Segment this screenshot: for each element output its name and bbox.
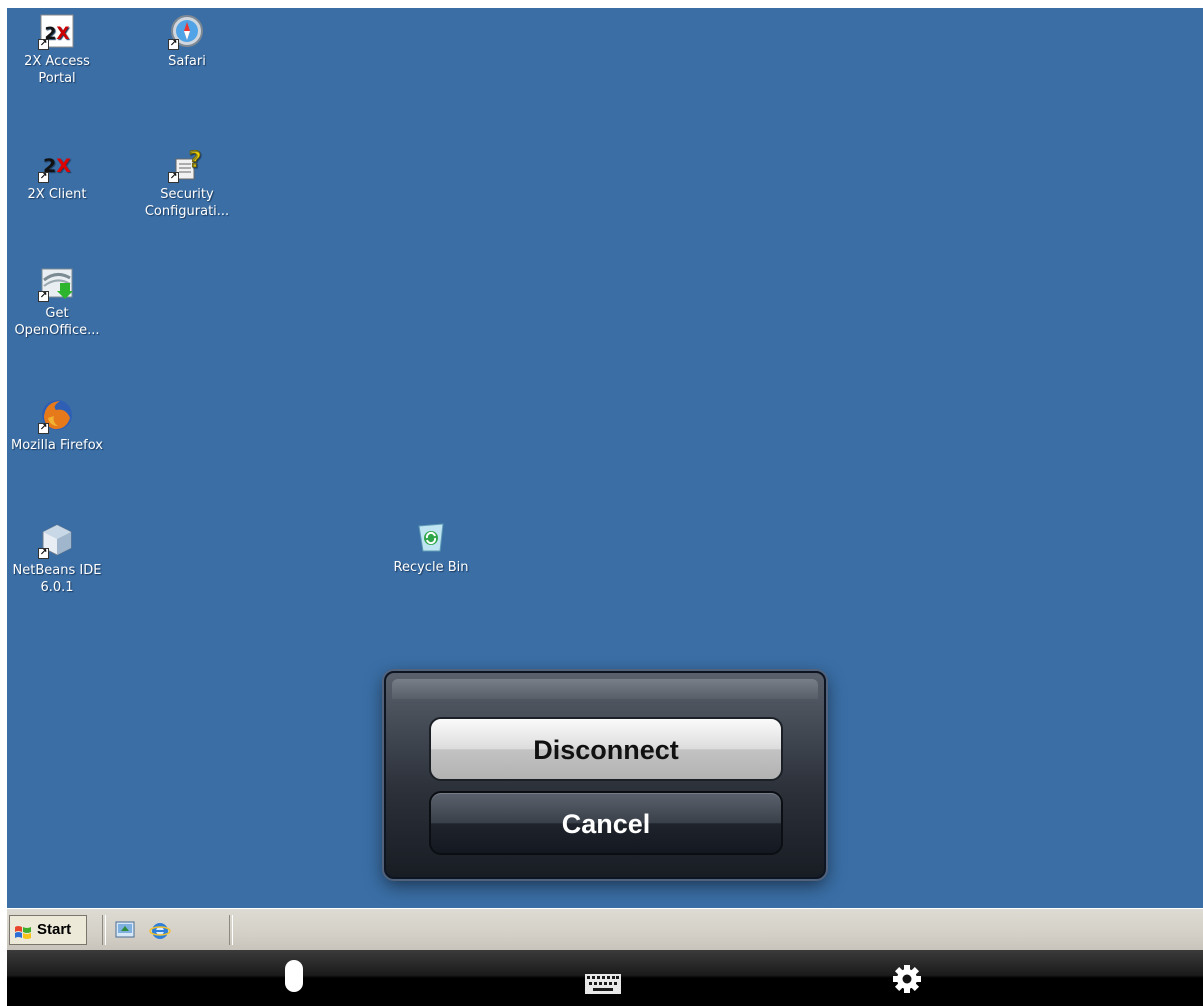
desktop-icon-recycle-bin[interactable]: Recycle Bin [381,520,481,576]
openoffice-icon: ↗ [38,266,74,302]
desktop-icon-safari[interactable]: ↗ Safari [137,14,237,70]
desktop-icon-label: Mozilla Firefox [11,438,103,453]
desktop-icon-label: 2X Client [27,187,87,202]
security-configuration-icon: ? ↗ [168,148,202,183]
desktop-icon-label: Get OpenOffice... [14,306,100,338]
internet-explorer-icon[interactable] [149,919,171,941]
mouse-icon[interactable] [283,958,305,998]
desktop-icon-label: NetBeans IDE 6.0.1 [12,563,102,595]
taskbar-separator [229,915,233,945]
keyboard-icon[interactable] [585,974,621,998]
desktop-icon-2x-client[interactable]: 2X ↗ 2X Client [7,147,107,203]
dialog-highlight [392,679,818,699]
desktop-icon-netbeans-ide[interactable]: ↗ NetBeans IDE 6.0.1 [7,523,107,596]
desktop-icon-label: Security Configurati... [144,187,230,219]
taskbar-separator [102,915,106,945]
disconnect-button[interactable]: Disconnect [429,717,783,781]
show-desktop-icon[interactable] [114,919,136,941]
2x-client-icon: 2X ↗ [38,155,71,183]
bottom-toolbar [7,950,1203,1006]
taskbar: Start [7,908,1203,950]
desktop-icon-mozilla-firefox[interactable]: ↗ Mozilla Firefox [7,398,107,454]
2x-access-portal-icon: 2X ↗ [38,14,74,50]
desktop-icon-2x-access-portal[interactable]: 2X ↗ 2X Access Portal [7,14,107,87]
disconnect-dialog: Disconnect Cancel [384,671,826,879]
desktop-icon-get-openoffice[interactable]: ↗ Get OpenOffice... [7,266,107,339]
start-label: Start [37,921,72,938]
gear-icon[interactable] [892,964,922,998]
desktop-icon-security-configuration[interactable]: ? ↗ Security Configurati... [137,147,237,220]
netbeans-icon: ↗ [38,523,74,559]
desktop-icon-label: 2X Access Portal [24,54,90,86]
windows-flag-icon [14,922,32,939]
firefox-icon: ↗ [38,398,74,434]
recycle-bin-icon [414,520,448,554]
cancel-button[interactable]: Cancel [429,791,783,855]
svg-text:?: ? [189,148,202,173]
start-button[interactable]: Start [9,915,87,945]
desktop-icon-label: Recycle Bin [393,560,469,575]
safari-icon: ↗ [168,14,204,50]
desktop-icon-label: Safari [168,54,206,69]
